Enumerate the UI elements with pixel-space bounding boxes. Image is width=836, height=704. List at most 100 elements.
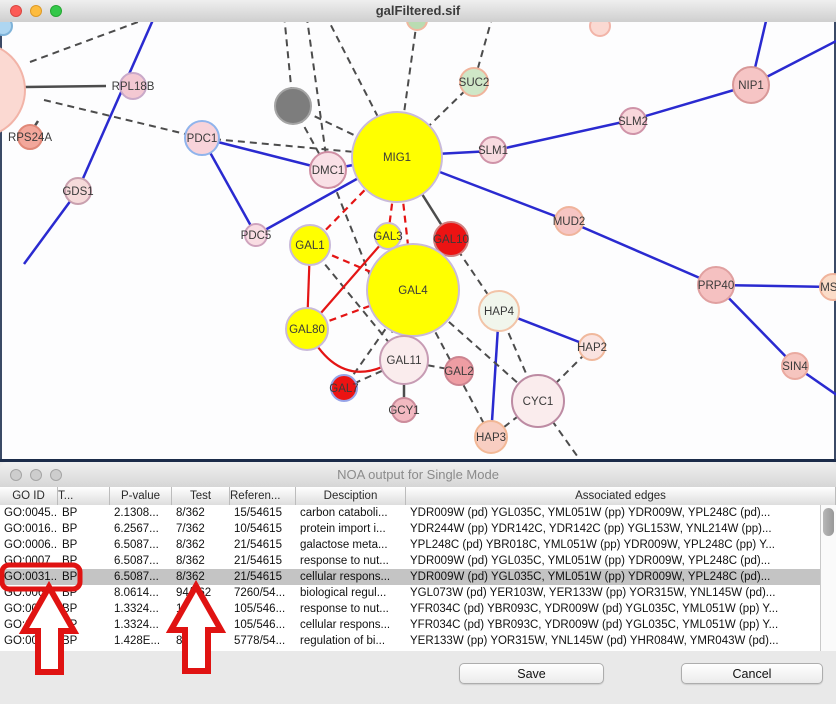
table-cell[interactable]: 105/546... <box>230 617 296 633</box>
table-cell[interactable]: 8/362 <box>172 505 230 521</box>
node-label-HAP3: HAP3 <box>476 432 506 444</box>
table-cell[interactable]: 1.3324... <box>110 601 172 617</box>
column-header-2[interactable]: P-value <box>110 487 172 505</box>
table-cell[interactable]: 8/362 <box>172 569 230 585</box>
table-cell[interactable]: BP <box>58 569 110 585</box>
table-cell[interactable]: BP <box>58 585 110 601</box>
table-cell[interactable]: 1.428E... <box>110 633 172 649</box>
table-cell[interactable]: 105/546... <box>230 601 296 617</box>
node-top-green[interactable] <box>407 22 427 30</box>
table-cell[interactable]: cellular respons... <box>296 617 406 633</box>
table-row[interactable]: GO:0050...BP1.428E...80/3625778/54...reg… <box>0 633 820 649</box>
table-cell[interactable]: YFR034C (pd) YBR093C, YDR009W (pd) YGL03… <box>406 617 820 633</box>
table-cell[interactable]: 21/54615 <box>230 553 296 569</box>
table-cell[interactable]: 8.0614... <box>110 585 172 601</box>
table-cell[interactable]: 2.1308... <box>110 505 172 521</box>
column-header-5[interactable]: Desciption <box>296 487 406 505</box>
table-cell[interactable]: 6.5087... <box>110 553 172 569</box>
table-cell[interactable]: carbon cataboli... <box>296 505 406 521</box>
table-cell[interactable]: cellular respons... <box>296 569 406 585</box>
save-button[interactable]: Save <box>459 663 604 684</box>
table-cell[interactable]: BP <box>58 633 110 649</box>
network-edge <box>568 221 716 285</box>
column-header-0[interactable]: GO ID <box>0 487 58 505</box>
network-canvas[interactable]: RPL18BRPS24APDC1GDS1DMC1SUC2SLM1SLM2NIP1… <box>0 22 836 462</box>
table-cell[interactable]: 6.5087... <box>110 569 172 585</box>
node-label-GAL10: GAL10 <box>433 234 469 246</box>
node-grey-node[interactable] <box>275 88 311 124</box>
table-cell[interactable]: GO:0031... <box>0 617 58 633</box>
table-cell[interactable]: YFR034C (pd) YBR093C, YDR009W (pd) YGL03… <box>406 601 820 617</box>
table-cell[interactable]: YDR009W (pd) YGL035C, YML051W (pp) YDR00… <box>406 505 820 521</box>
table-cell[interactable]: GO:0065... <box>0 585 58 601</box>
table-cell[interactable]: GO:0050... <box>0 633 58 649</box>
cancel-button[interactable]: Cancel <box>681 663 823 684</box>
table-cell[interactable]: YGL073W (pd) YER103W, YER133W (pp) YOR31… <box>406 585 820 601</box>
table-cell[interactable]: 80/362 <box>172 633 230 649</box>
node-corner-blue[interactable] <box>0 22 12 35</box>
table-cell[interactable]: 1.3324... <box>110 617 172 633</box>
table-cell[interactable]: 94/362 <box>172 585 230 601</box>
table-cell[interactable]: 6.2567... <box>110 521 172 537</box>
table-row[interactable]: GO:0065...BP8.0614...94/3627260/54...bio… <box>0 585 820 601</box>
scrollbar-thumb[interactable] <box>823 508 834 536</box>
table-row[interactable]: GO:0016...BP6.2567...7/36210/54615protei… <box>0 521 820 537</box>
table-cell[interactable]: 8/362 <box>172 553 230 569</box>
table-cell[interactable]: response to nut... <box>296 553 406 569</box>
table-cell[interactable]: BP <box>58 505 110 521</box>
table-cell[interactable]: YPL248C (pd) YBR018C, YML051W (pp) YDR00… <box>406 537 820 553</box>
table-cell[interactable]: 15/54615 <box>230 505 296 521</box>
table-cell[interactable]: biological regul... <box>296 585 406 601</box>
table-cell[interactable]: GO:0031... <box>0 601 58 617</box>
table-cell[interactable]: YDR244W (pp) YDR142C, YDR142C (pp) YGL15… <box>406 521 820 537</box>
main-titlebar[interactable]: galFiltered.sif <box>0 0 836 23</box>
table-row[interactable]: GO:0031...BP1.3324...11/362105/546...cel… <box>0 617 820 633</box>
table-cell[interactable]: 6.5087... <box>110 537 172 553</box>
table-cell[interactable]: BP <box>58 537 110 553</box>
table-cell[interactable]: GO:0016... <box>0 521 58 537</box>
node-top-pale[interactable] <box>590 22 610 36</box>
table-row[interactable]: GO:0031...BP1.3324...11/362105/546...res… <box>0 601 820 617</box>
table-cell[interactable]: YDR009W (pd) YGL035C, YML051W (pp) YDR00… <box>406 553 820 569</box>
table-cell[interactable]: 21/54615 <box>230 569 296 585</box>
table-cell[interactable]: BP <box>58 601 110 617</box>
node-label-PDC1: PDC1 <box>187 133 218 145</box>
table-cell[interactable]: YDR009W (pd) YGL035C, YML051W (pp) YDR00… <box>406 569 820 585</box>
table-cell[interactable]: 10/54615 <box>230 521 296 537</box>
table-cell[interactable]: protein import i... <box>296 521 406 537</box>
table-cell[interactable]: 8/362 <box>172 537 230 553</box>
table-cell[interactable]: 11/362 <box>172 601 230 617</box>
table-cell[interactable]: galactose meta... <box>296 537 406 553</box>
node-label-CYC1: CYC1 <box>523 396 554 408</box>
table-cell[interactable]: regulation of bi... <box>296 633 406 649</box>
column-header-3[interactable]: Test <box>172 487 230 505</box>
node-label-HAP2: HAP2 <box>577 342 607 354</box>
noa-titlebar[interactable]: NOA output for Single Mode <box>0 462 836 488</box>
table-cell[interactable]: BP <box>58 553 110 569</box>
table-row[interactable]: GO:0006...BP6.5087...8/36221/54615galact… <box>0 537 820 553</box>
table-row[interactable]: GO:0045...BP2.1308...8/36215/54615carbon… <box>0 505 820 521</box>
table-row[interactable]: GO:0031...BP6.5087...8/36221/54615cellul… <box>0 569 820 585</box>
table-cell[interactable]: 11/362 <box>172 617 230 633</box>
table-cell[interactable]: 21/54615 <box>230 537 296 553</box>
noa-window-title: NOA output for Single Mode <box>0 467 836 482</box>
table-cell[interactable]: BP <box>58 521 110 537</box>
table-cell[interactable]: 7260/54... <box>230 585 296 601</box>
table-scrollbar[interactable] <box>820 505 836 651</box>
table-cell[interactable]: 5778/54... <box>230 633 296 649</box>
table-row[interactable]: GO:0007...BP6.5087...8/36221/54615respon… <box>0 553 820 569</box>
table-cell[interactable]: YER133W (pp) YOR315W, YNL145W (pd) YHR08… <box>406 633 820 649</box>
column-header-1[interactable]: T... <box>58 487 110 505</box>
column-header-4[interactable]: Referen... <box>230 487 296 505</box>
column-header-6[interactable]: Associated edges <box>406 487 836 505</box>
table-cell[interactable]: BP <box>58 617 110 633</box>
network-edge <box>25 86 106 87</box>
table-cell[interactable]: GO:0007... <box>0 553 58 569</box>
table-cell[interactable]: 7/362 <box>172 521 230 537</box>
table-cell[interactable]: GO:0006... <box>0 537 58 553</box>
table-cell[interactable]: GO:0031... <box>0 569 58 585</box>
table-cell[interactable]: response to nut... <box>296 601 406 617</box>
node-big-left[interactable] <box>0 43 25 137</box>
table-cell[interactable]: GO:0045... <box>0 505 58 521</box>
node-label-RPL18B: RPL18B <box>112 81 155 93</box>
